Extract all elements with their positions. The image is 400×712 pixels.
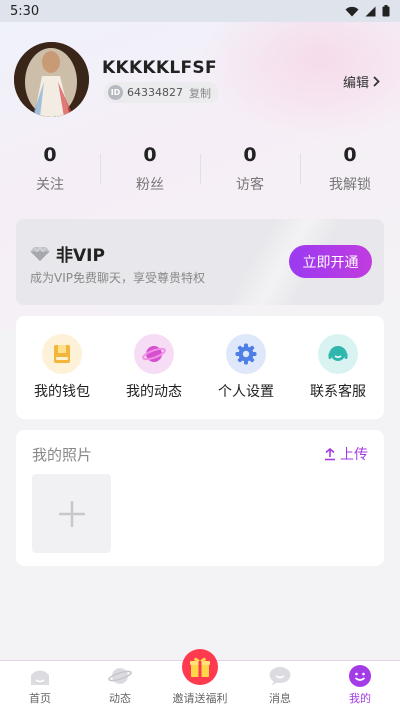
stat-value: 0 <box>243 144 257 166</box>
signal-icon <box>365 6 376 16</box>
stat-unlocked[interactable]: 0 我解锁 <box>300 142 400 198</box>
photo-section-title: 我的照片 <box>32 446 93 464</box>
stat-visitors[interactable]: 0 访客 <box>200 142 300 198</box>
avatar[interactable] <box>14 42 89 117</box>
stat-label: 粉丝 <box>136 177 164 193</box>
photo-card: 我的照片 上传 <box>16 430 384 566</box>
diamond-icon <box>30 245 50 261</box>
stat-fans[interactable]: 0 粉丝 <box>100 142 200 198</box>
stat-label: 关注 <box>36 177 64 193</box>
tab-messages[interactable]: 消息 <box>240 661 320 712</box>
message-icon <box>268 666 292 686</box>
vip-title: 非VIP <box>30 241 105 266</box>
menu-label: 我的钱包 <box>34 384 90 400</box>
planet-icon <box>108 666 132 686</box>
upload-icon <box>325 447 335 460</box>
menu-item-settings[interactable]: 个人设置 <box>200 316 292 419</box>
copy-id-button[interactable]: 复制 <box>189 85 211 101</box>
plus-icon <box>58 500 85 527</box>
battery-icon <box>382 5 390 17</box>
user-id: 64334827 <box>127 86 183 99</box>
tab-label: 邀请送福利 <box>172 692 228 705</box>
profile-header: KKKKKLFSF ID 64334827 复制 编辑 <box>14 42 386 118</box>
stat-value: 0 <box>143 144 157 166</box>
menu-card: 我的钱包 我的动态 个人设置 联系客服 <box>16 316 384 419</box>
menu-label: 联系客服 <box>310 384 366 400</box>
tab-label: 消息 <box>269 692 291 705</box>
tab-invite[interactable]: 邀请送福利 <box>160 649 240 712</box>
stat-label: 访客 <box>236 177 264 193</box>
menu-item-support[interactable]: 联系客服 <box>292 316 384 419</box>
id-badge-icon: ID <box>108 85 123 100</box>
tab-label: 首页 <box>29 692 51 705</box>
upload-label: 上传 <box>340 447 368 463</box>
edit-profile-button[interactable]: 编辑 <box>343 72 380 91</box>
add-photo-button[interactable] <box>32 474 111 553</box>
edit-label: 编辑 <box>342 76 369 91</box>
stat-value: 0 <box>43 144 57 166</box>
menu-item-wallet[interactable]: 我的钱包 <box>16 316 108 419</box>
tab-label: 我的 <box>349 692 371 705</box>
vip-activate-button[interactable]: 立即开通 <box>289 245 372 278</box>
menu-label: 我的动态 <box>126 384 182 400</box>
vip-card: 非VIP 成为VIP免费聊天，享受尊贵特权 立即开通 <box>16 219 384 305</box>
tab-label: 动态 <box>109 692 131 705</box>
menu-label: 个人设置 <box>218 384 274 400</box>
planet-icon <box>134 334 174 374</box>
tab-moments[interactable]: 动态 <box>80 661 160 712</box>
gear-icon <box>226 334 266 374</box>
stat-value: 0 <box>343 144 357 166</box>
stats-row: 0 关注 0 粉丝 0 访客 0 我解锁 <box>0 142 400 198</box>
tab-home[interactable]: 首页 <box>0 661 80 712</box>
upload-button[interactable]: 上传 <box>324 444 368 464</box>
bottom-tab-bar: 首页 动态 邀请送福利 消息 我的 <box>0 649 400 712</box>
vip-description: 成为VIP免费聊天，享受尊贵特权 <box>30 271 205 285</box>
smile-icon <box>348 665 372 687</box>
status-time: 5:30 <box>10 3 40 19</box>
headset-icon <box>318 334 358 374</box>
vip-status-text: 非VIP <box>56 246 105 266</box>
stat-following[interactable]: 0 关注 <box>0 142 100 198</box>
status-bar: 5:30 <box>0 0 400 22</box>
wifi-icon <box>345 6 359 16</box>
user-id-pill: ID 64334827 复制 <box>104 82 219 103</box>
tab-me[interactable]: 我的 <box>320 661 400 712</box>
nickname: KKKKKLFSF <box>102 58 217 78</box>
home-icon <box>28 666 52 686</box>
menu-item-moments[interactable]: 我的动态 <box>108 316 200 419</box>
stat-label: 我解锁 <box>329 177 371 193</box>
chevron-right-icon <box>373 76 380 87</box>
gift-icon <box>182 649 218 685</box>
status-icons <box>345 5 390 17</box>
wallet-icon <box>42 334 82 374</box>
